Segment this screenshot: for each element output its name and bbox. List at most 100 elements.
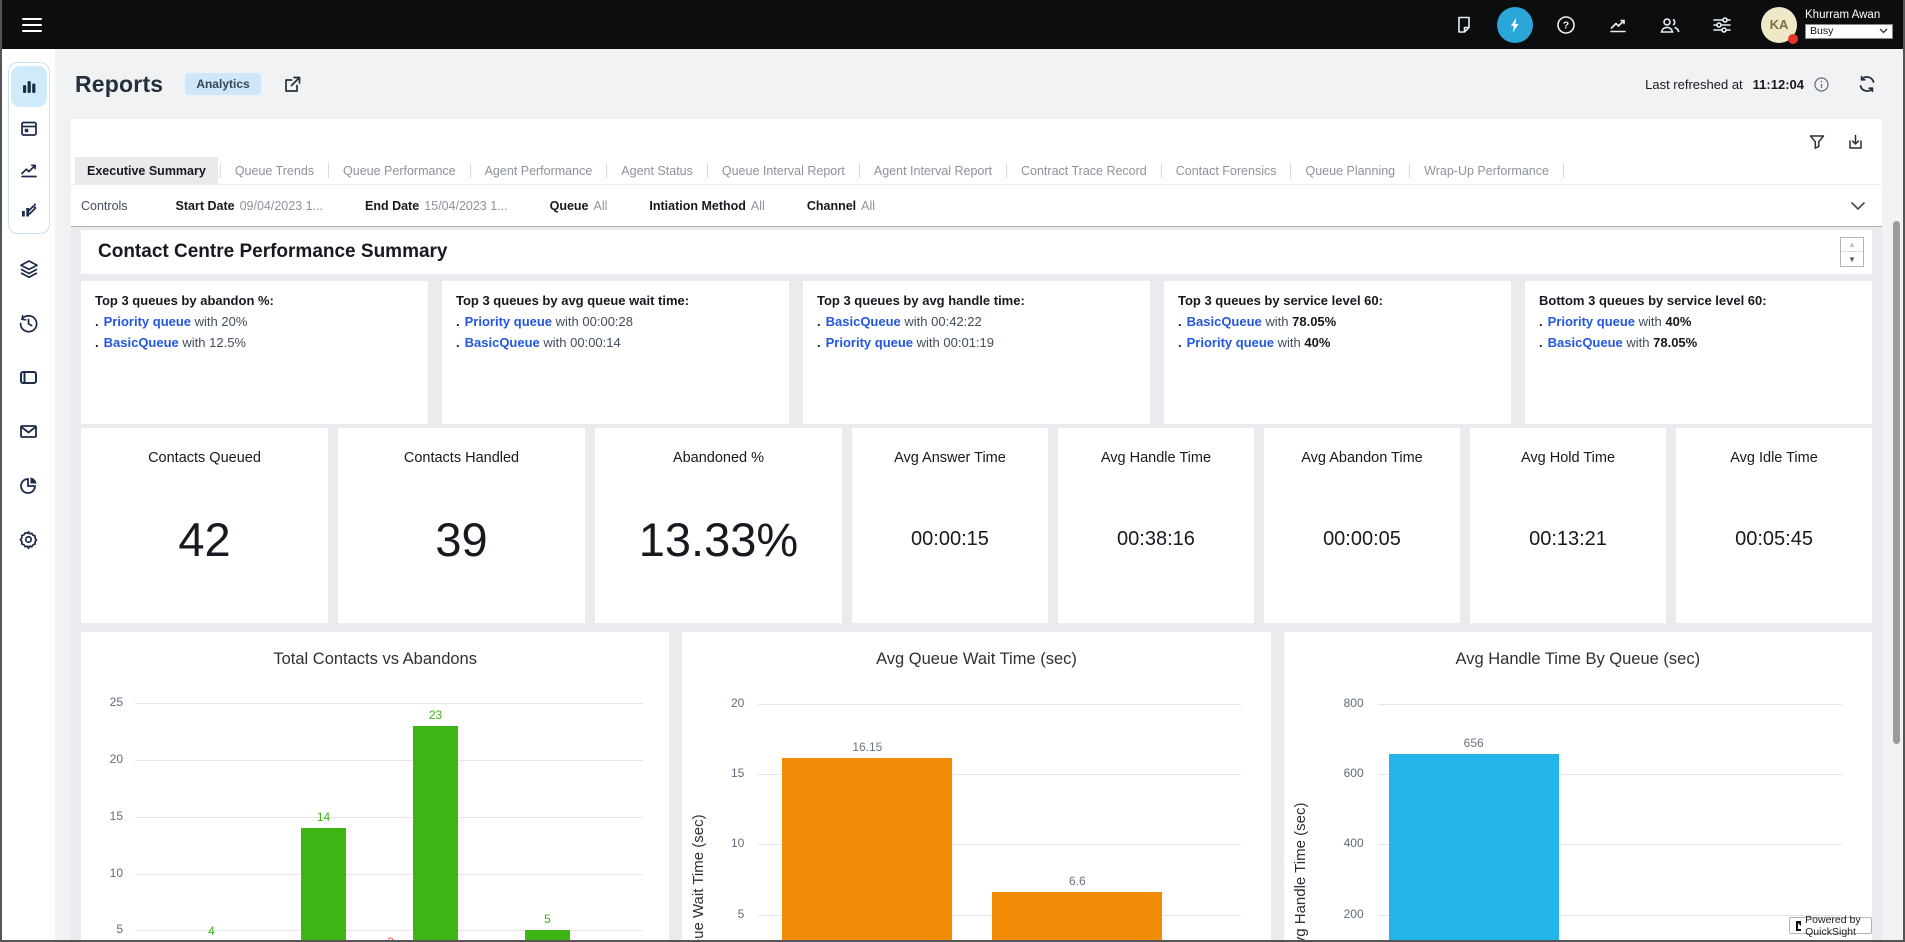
- y-tick: 25: [81, 695, 123, 709]
- queue-link[interactable]: Priority queue: [1187, 335, 1274, 350]
- filter-channel[interactable]: ChannelAll: [807, 199, 875, 213]
- sidebar-item-settings[interactable]: [2, 512, 55, 566]
- sidebar-item-calendar[interactable]: [11, 107, 47, 148]
- bullet: .: [1539, 335, 1543, 350]
- bullet: .: [1178, 335, 1182, 350]
- controls-filters: Start Date09/04/2023 1... End Date15/04/2…: [176, 199, 876, 213]
- avatar-initials: KA: [1770, 17, 1789, 32]
- analytics-badge[interactable]: Analytics: [185, 73, 260, 95]
- filter-queue[interactable]: QueueAll: [550, 199, 608, 213]
- last-refreshed-label: Last refreshed at: [1645, 77, 1743, 92]
- tab-queue-trends[interactable]: Queue Trends: [223, 157, 326, 184]
- avatar[interactable]: KA: [1761, 7, 1797, 43]
- insight-value: 12.5%: [209, 335, 246, 350]
- tab-agent-status[interactable]: Agent Status: [609, 157, 705, 184]
- connector-text: with: [1274, 335, 1304, 350]
- menu-icon[interactable]: [16, 11, 48, 39]
- bar-contacts: [301, 828, 346, 940]
- tab-agent-performance[interactable]: Agent Performance: [473, 157, 605, 184]
- chevron-down-icon[interactable]: [1850, 201, 1866, 211]
- help-icon[interactable]: ?: [1547, 6, 1585, 44]
- insight-title: Top 3 queues by service level 60:: [1178, 293, 1497, 308]
- sidebar-item-window[interactable]: [2, 350, 55, 404]
- tab-separator: [1290, 163, 1291, 178]
- kpi-value: 00:00:15: [852, 428, 1048, 623]
- sheet-title-bar: Contact Centre Performance Summary ▲ ▼: [81, 230, 1872, 274]
- vertical-scrollbar[interactable]: [1893, 221, 1900, 744]
- queue-link[interactable]: BasicQueue: [465, 335, 540, 350]
- bullet: .: [1178, 314, 1182, 329]
- sidebar-item-mail[interactable]: [2, 404, 55, 458]
- stepper-down-button[interactable]: ▼: [1841, 252, 1863, 266]
- tab-wrap-up-performance[interactable]: Wrap-Up Performance: [1412, 157, 1561, 184]
- sidebar-item-trends[interactable]: [11, 148, 47, 189]
- queue-link[interactable]: Priority queue: [1548, 314, 1635, 329]
- notes-icon[interactable]: [1445, 6, 1483, 44]
- dashboard-canvas: Contact Centre Performance Summary ▲ ▼ T…: [71, 227, 1882, 940]
- status-value: Busy: [1810, 25, 1833, 37]
- tab-contract-trace-record[interactable]: Contract Trace Record: [1009, 157, 1159, 184]
- queue-link[interactable]: BasicQueue: [826, 314, 901, 329]
- status-select[interactable]: Busy: [1805, 24, 1893, 39]
- tab-separator: [328, 163, 329, 178]
- sidebar-item-pie[interactable]: [2, 458, 55, 512]
- bullet: .: [817, 335, 821, 350]
- sidebar: [2, 49, 55, 940]
- tab-contact-forensics[interactable]: Contact Forensics: [1164, 157, 1289, 184]
- tab-queue-planning[interactable]: Queue Planning: [1293, 157, 1407, 184]
- sidebar-item-history[interactable]: [2, 296, 55, 350]
- insight-line: .Priority queue with 00:00:28: [456, 314, 775, 329]
- tab-agent-interval-report[interactable]: Agent Interval Report: [862, 157, 1004, 184]
- kpi-value: 39: [338, 428, 585, 623]
- bullet: .: [817, 314, 821, 329]
- kpi-avg-answer-time: Avg Answer Time00:00:15: [852, 428, 1048, 623]
- quicksight-label: Powered by QuickSight: [1805, 914, 1865, 938]
- chart-plot: 200400600800656: [1284, 632, 1872, 940]
- tab-queue-performance[interactable]: Queue Performance: [331, 157, 468, 184]
- queue-link[interactable]: BasicQueue: [1548, 335, 1623, 350]
- sidebar-item-reports[interactable]: [11, 66, 47, 107]
- tab-separator: [1006, 163, 1007, 178]
- queue-link[interactable]: Priority queue: [826, 335, 913, 350]
- bar-contacts: [413, 726, 458, 940]
- annotate-icon: [19, 200, 39, 220]
- bullet: .: [1539, 314, 1543, 329]
- external-link-icon[interactable]: [283, 75, 302, 94]
- insight-line: .BasicQueue with 78.05%: [1178, 314, 1497, 329]
- settings-sliders-icon[interactable]: [1703, 6, 1741, 44]
- tab-queue-interval-report[interactable]: Queue Interval Report: [710, 157, 857, 184]
- bar-value-label: 14: [284, 810, 364, 824]
- kpi-abandoned: Abandoned %13.33%: [595, 428, 842, 623]
- metrics-icon[interactable]: [1599, 6, 1637, 44]
- y-tick: 400: [1284, 836, 1364, 850]
- sidebar-item-layers[interactable]: [2, 242, 55, 296]
- agents-icon[interactable]: [1651, 6, 1689, 44]
- tab-executive-summary[interactable]: Executive Summary: [75, 157, 218, 184]
- insight-value: 78.05%: [1653, 335, 1697, 350]
- insight-line: .BasicQueue with 00:00:14: [456, 335, 775, 350]
- top-bar: ? KA Khurram Awan Busy: [2, 0, 1903, 49]
- info-icon[interactable]: [1814, 77, 1829, 92]
- tab-separator: [1563, 163, 1564, 178]
- filter-icon[interactable]: [1809, 134, 1825, 150]
- chart-avg-handle-time-by-queue: Avg Handle Time By Queue (sec) Avg Handl…: [1284, 632, 1872, 940]
- filter-intiation-method[interactable]: Intiation MethodAll: [649, 199, 764, 213]
- y-tick: 10: [682, 836, 744, 850]
- queue-link[interactable]: BasicQueue: [104, 335, 179, 350]
- gridline: [135, 874, 643, 875]
- bullet: .: [95, 335, 99, 350]
- export-icon[interactable]: [1847, 134, 1864, 151]
- app-window: ? KA Khurram Awan Busy: [0, 0, 1905, 942]
- quicksight-logo-icon: [1796, 921, 1801, 931]
- y-tick: 20: [682, 696, 744, 710]
- queue-link[interactable]: Priority queue: [104, 314, 191, 329]
- quicksight-badge[interactable]: Powered by QuickSight: [1789, 917, 1872, 934]
- stepper-up-button[interactable]: ▲: [1841, 238, 1863, 252]
- queue-link[interactable]: Priority queue: [465, 314, 552, 329]
- filter-start-date[interactable]: Start Date09/04/2023 1...: [176, 199, 323, 213]
- flash-icon[interactable]: [1497, 7, 1533, 43]
- refresh-icon[interactable]: [1857, 74, 1877, 94]
- queue-link[interactable]: BasicQueue: [1187, 314, 1262, 329]
- sidebar-item-annotate[interactable]: [11, 189, 47, 230]
- filter-end-date[interactable]: End Date15/04/2023 1...: [365, 199, 508, 213]
